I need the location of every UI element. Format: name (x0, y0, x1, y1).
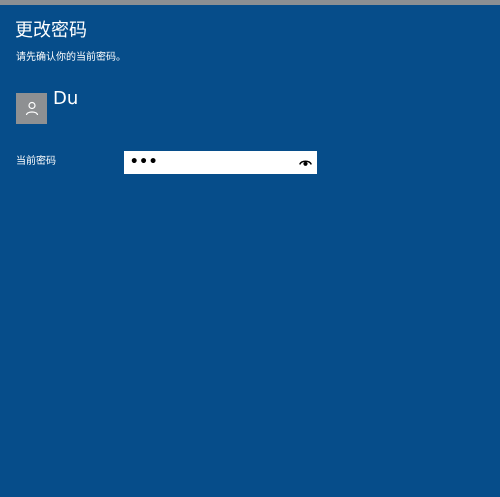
user-info: Du (16, 90, 78, 124)
window-top-strip (0, 0, 500, 5)
eye-icon (299, 160, 312, 166)
username: Du (53, 88, 79, 109)
avatar (16, 93, 47, 124)
current-password-field[interactable] (124, 151, 317, 174)
current-password-label: 当前密码 (16, 156, 56, 167)
current-password-input[interactable] (130, 151, 295, 174)
page-subtitle: 请先确认你的当前密码。 (16, 52, 126, 63)
person-icon (25, 101, 38, 116)
reveal-password-button[interactable] (298, 155, 313, 170)
page-title: 更改密码 (15, 20, 87, 41)
